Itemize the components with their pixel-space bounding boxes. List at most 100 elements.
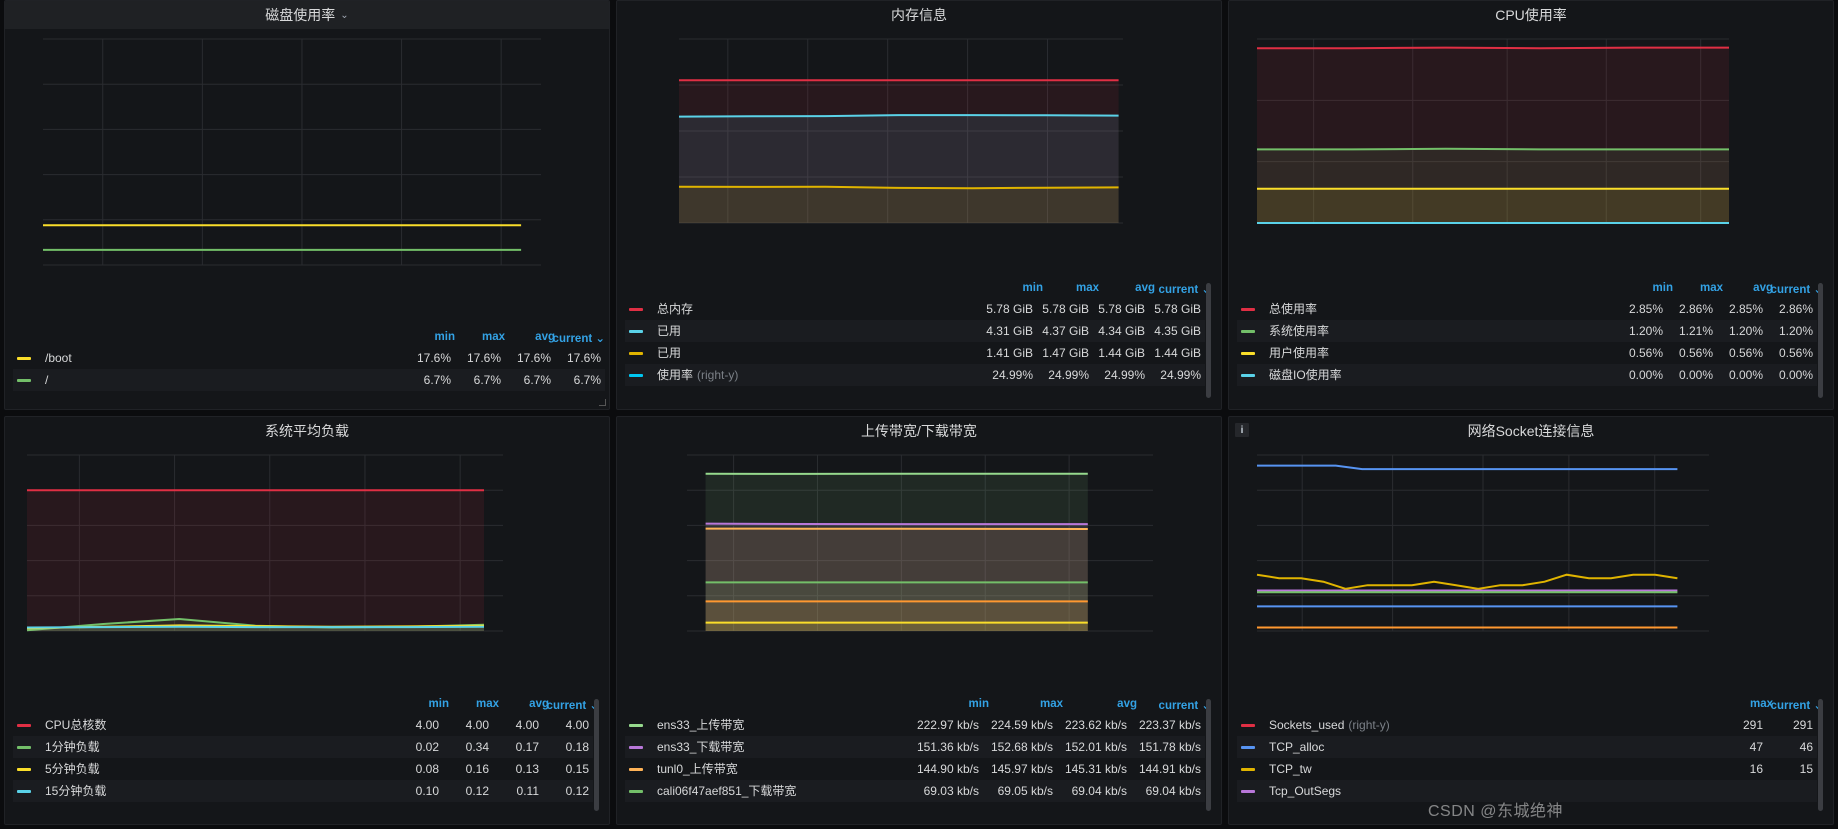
series-color-swatch[interactable] [1241, 330, 1255, 333]
series-color-swatch[interactable] [629, 352, 643, 355]
legend-column-max[interactable]: max [993, 698, 1063, 710]
legend-series-name[interactable]: 已用 [657, 342, 681, 364]
legend-series-name[interactable]: TCP_alloc [1269, 736, 1324, 758]
panel-title[interactable]: 系统平均负载 [265, 421, 349, 441]
series-color-swatch[interactable] [1241, 768, 1255, 771]
legend-series-name[interactable]: 用户使用率 [1269, 342, 1329, 364]
legend-series-name[interactable]: 已用 [657, 320, 681, 342]
series-color-swatch[interactable] [17, 790, 31, 793]
legend-item[interactable]: 已用 4.31 GiB 4.37 GiB 4.34 GiB 4.35 GiB [625, 320, 1205, 342]
legend-column-current[interactable]: current ⌄ [535, 331, 605, 345]
legend-column-min[interactable]: min [919, 698, 989, 710]
legend-item[interactable]: 使用率 (right-y) 24.99% 24.99% 24.99% 24.99% [625, 364, 1205, 386]
legend-series-name[interactable]: tunl0_上传带宽 [657, 758, 738, 780]
series-color-swatch[interactable] [629, 768, 643, 771]
legend-value-current: 291 [1792, 718, 1813, 732]
legend-series-name[interactable]: 总使用率 [1269, 298, 1317, 320]
legend-series-label: 使用率 [657, 368, 694, 382]
chevron-down-icon[interactable]: ⌄ [340, 10, 348, 21]
legend-item[interactable]: ens33_下载带宽 151.36 kb/s 152.68 kb/s 152.01 k… [625, 736, 1205, 758]
legend-series-name[interactable]: 磁盘IO使用率 [1269, 364, 1342, 386]
series-color-swatch[interactable] [1241, 724, 1255, 727]
series-color-swatch[interactable] [1241, 308, 1255, 311]
legend-value-max: 145.97 kb/s [990, 762, 1053, 776]
legend-item[interactable]: 总内存 5.78 GiB 5.78 GiB 5.78 GiB 5.78 GiB [625, 298, 1205, 320]
legend-item[interactable]: cali06f47aef851_下载带宽 69.03 kb/s 69.05 kb/s… [625, 780, 1205, 802]
panel-title-bar[interactable]: 网络Socket连接信息 [1229, 417, 1833, 445]
legend-scrollbar[interactable] [594, 699, 599, 811]
legend-item[interactable]: 已用 1.41 GiB 1.47 GiB 1.44 GiB 1.44 GiB [625, 342, 1205, 364]
series-color-swatch[interactable] [17, 357, 31, 360]
legend-series-name[interactable]: 15分钟负载 [45, 780, 106, 802]
legend-column-current[interactable]: current ⌄ [1753, 698, 1823, 712]
series-color-swatch[interactable] [629, 308, 643, 311]
legend-item[interactable]: 1分钟负载 0.02 0.34 0.17 0.18 [13, 736, 593, 758]
legend-scrollbar[interactable] [1818, 283, 1823, 398]
legend-item[interactable]: /6.7% 6.7% 6.7% 6.7% [13, 369, 605, 391]
legend-scrollbar[interactable] [1818, 699, 1823, 811]
legend-series-name[interactable]: 使用率 (right-y) [657, 364, 738, 386]
legend-series-name[interactable]: ens33_上传带宽 [657, 714, 744, 736]
panel-title[interactable]: 磁盘使用率 [265, 5, 335, 25]
legend-column-current[interactable]: current ⌄ [1141, 698, 1211, 712]
panel-title-bar[interactable]: 磁盘使用率 ⌄ [5, 1, 609, 29]
legend-scrollbar[interactable] [1206, 283, 1211, 398]
legend-column-current[interactable]: current ⌄ [1753, 282, 1823, 296]
legend-value-current: 0.15 [565, 762, 589, 776]
legend-column-current[interactable]: current ⌄ [529, 698, 599, 712]
legend-series-name[interactable]: TCP_tw [1269, 758, 1312, 780]
series-color-swatch[interactable] [1241, 746, 1255, 749]
legend-item[interactable]: TCP_tw 16 15 [1237, 758, 1817, 780]
series-color-swatch[interactable] [17, 746, 31, 749]
panel-title-bar[interactable]: 上传带宽/下载带宽 [617, 417, 1221, 445]
series-color-swatch[interactable] [629, 724, 643, 727]
legend-column-avg[interactable]: avg [1067, 698, 1137, 710]
series-color-swatch[interactable] [1241, 790, 1255, 793]
panel-title-bar[interactable]: 系统平均负载 [5, 417, 609, 445]
legend-value-current: 5.78 GiB [1154, 302, 1201, 316]
legend-item[interactable]: 总使用率 2.85% 2.86% 2.85% 2.86% [1237, 298, 1817, 320]
series-color-swatch[interactable] [629, 330, 643, 333]
legend-item[interactable]: CPU总核数 4.00 4.00 4.00 4.00 [13, 714, 593, 736]
legend-item[interactable]: TCP_alloc 47 46 [1237, 736, 1817, 758]
legend-scrollbar[interactable] [1206, 699, 1211, 811]
panel-title[interactable]: 网络Socket连接信息 [1468, 421, 1595, 441]
legend-series-name[interactable]: cali06f47aef851_下载带宽 [657, 780, 796, 802]
legend-item[interactable]: 系统使用率 1.20% 1.21% 1.20% 1.20% [1237, 320, 1817, 342]
legend-item[interactable]: 用户使用率 0.56% 0.56% 0.56% 0.56% [1237, 342, 1817, 364]
legend-series-name[interactable]: 5分钟负载 [45, 758, 100, 780]
legend-series-name[interactable]: / [45, 369, 48, 391]
legend-series-name[interactable]: CPU总核数 [45, 714, 106, 736]
legend-series-label: / [45, 373, 49, 387]
panel-title-bar[interactable]: CPU使用率 [1229, 1, 1833, 29]
series-color-swatch[interactable] [629, 790, 643, 793]
legend-column-current[interactable]: current ⌄ [1141, 282, 1211, 296]
series-color-swatch[interactable] [17, 379, 31, 382]
legend-series-name[interactable]: 1分钟负载 [45, 736, 100, 758]
legend-item[interactable]: /boot 17.6% 17.6% 17.6% 17.6% [13, 347, 605, 369]
legend-item[interactable]: 15分钟负载 0.10 0.12 0.11 0.12 [13, 780, 593, 802]
resize-handle[interactable] [599, 399, 606, 406]
panel-title[interactable]: 内存信息 [891, 5, 947, 25]
legend-item[interactable]: tunl0_上传带宽 144.90 kb/s 145.97 kb/s 145.31 k… [625, 758, 1205, 780]
legend-item[interactable]: Sockets_used (right-y) 291 291 [1237, 714, 1817, 736]
legend-item[interactable]: 5分钟负载 0.08 0.16 0.13 0.15 [13, 758, 593, 780]
legend-series-name[interactable]: ens33_下载带宽 [657, 736, 744, 758]
legend-series-name[interactable]: Sockets_used (right-y) [1269, 714, 1390, 736]
series-color-swatch[interactable] [17, 768, 31, 771]
legend-series-name[interactable]: 总内存 [657, 298, 693, 320]
legend-series-label: ens33_上传带宽 [657, 718, 745, 732]
series-color-swatch[interactable] [17, 724, 31, 727]
legend-item[interactable]: 磁盘IO使用率 0.00% 0.00% 0.00% 0.00% [1237, 364, 1817, 386]
legend-series-name[interactable]: Tcp_OutSegs [1269, 780, 1341, 802]
panel-title-bar[interactable]: 内存信息 [617, 1, 1221, 29]
series-color-swatch[interactable] [629, 746, 643, 749]
series-color-swatch[interactable] [629, 374, 643, 377]
series-color-swatch[interactable] [1241, 374, 1255, 377]
series-color-swatch[interactable] [1241, 352, 1255, 355]
panel-title[interactable]: CPU使用率 [1495, 5, 1567, 25]
legend-series-name[interactable]: 系统使用率 [1269, 320, 1329, 342]
legend-item[interactable]: ens33_上传带宽 222.97 kb/s 224.59 kb/s 223.62 k… [625, 714, 1205, 736]
panel-title[interactable]: 上传带宽/下载带宽 [861, 421, 977, 441]
legend-series-name[interactable]: /boot [45, 347, 72, 369]
